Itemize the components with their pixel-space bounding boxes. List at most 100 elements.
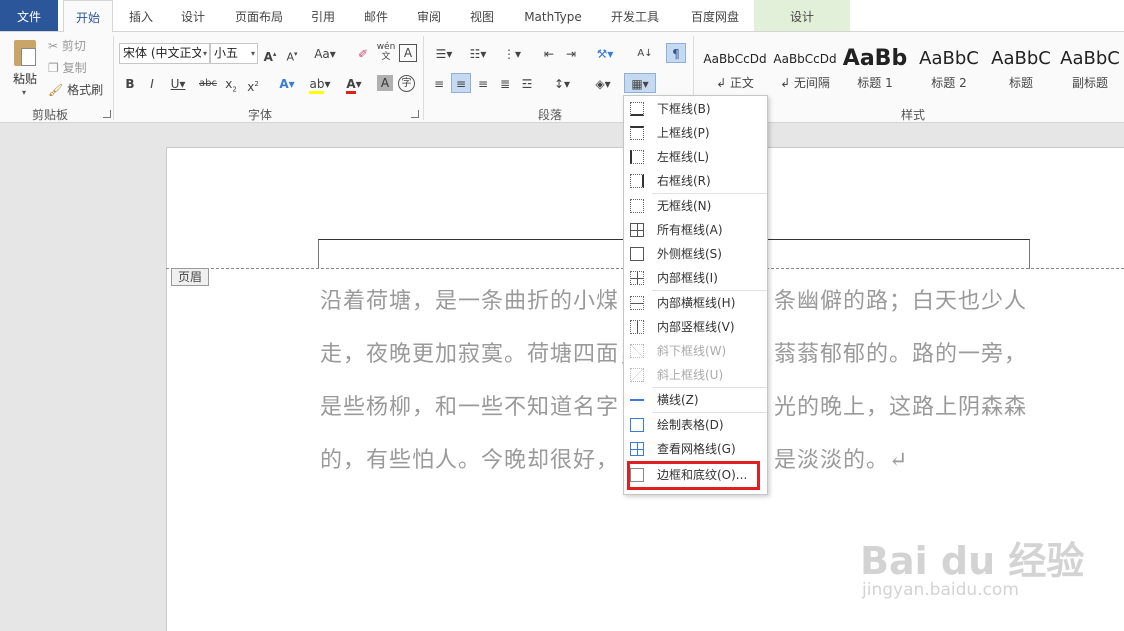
diagonal-down-border-icon xyxy=(630,344,644,358)
menu-outside-borders[interactable]: 外侧框线(S) xyxy=(624,242,767,266)
tab-view[interactable]: 视图 xyxy=(459,0,505,31)
body-text-line[interactable]: 是些杨柳，和一些不知道名字 xyxy=(320,389,619,421)
tab-review[interactable]: 审阅 xyxy=(406,0,452,31)
tab-developer[interactable]: 开发工具 xyxy=(600,0,670,31)
menu-bottom-border[interactable]: 下框线(B) xyxy=(624,97,767,121)
subscript-button[interactable]: x2 xyxy=(222,74,240,94)
tab-file[interactable]: 文件 xyxy=(0,0,58,31)
cut-label: 剪切 xyxy=(61,39,86,53)
tab-references[interactable]: 引用 xyxy=(300,0,346,31)
superscript-button[interactable]: x2 xyxy=(244,74,262,94)
shrink-font-icon[interactable]: A▾ xyxy=(284,44,300,64)
borders-icon[interactable]: ▦▾ xyxy=(624,73,656,93)
font-group-label: 字体 xyxy=(247,108,272,122)
tab-insert[interactable]: 插入 xyxy=(118,0,164,31)
style-sample: AaBbC xyxy=(919,48,979,69)
style-subtitle[interactable]: AaBbC 副标题 xyxy=(1056,40,1124,96)
menu-draw-table[interactable]: 绘制表格(D) xyxy=(624,413,767,437)
style-sample: AaBbC xyxy=(991,48,1051,69)
menu-horizontal-line[interactable]: 横线(Z) xyxy=(624,388,767,412)
bold-button[interactable]: B xyxy=(122,74,138,94)
body-text-line[interactable]: 光的晚上，这路上阴森森 xyxy=(774,389,1027,421)
phonetic-guide-icon[interactable]: wén 文 xyxy=(376,42,396,62)
borders-dropdown-menu: 下框线(B) 上框线(P) 左框线(L) 右框线(R) 无框线(N) 所有框线(… xyxy=(623,95,768,495)
strikethrough-button[interactable]: abc xyxy=(198,74,218,94)
format-painter-button[interactable]: 🖌 格式刷 xyxy=(48,80,110,100)
underline-button[interactable]: U▾ xyxy=(166,74,190,94)
menu-right-border[interactable]: 右框线(R) xyxy=(624,169,767,193)
highlight-color-icon[interactable]: ab▾ xyxy=(307,74,333,94)
tab-mathtype[interactable]: MathType xyxy=(515,0,591,31)
menu-inside-borders[interactable]: 内部框线(I) xyxy=(624,266,767,290)
header-tag[interactable]: 页眉 xyxy=(171,268,209,286)
font-color-icon[interactable]: A▾ xyxy=(341,74,367,94)
style-normal[interactable]: AaBbCcDd ↲ 正文 xyxy=(699,40,771,96)
tab-design[interactable]: 设计 xyxy=(170,0,216,31)
numbering-icon[interactable]: ☷▾ xyxy=(464,44,492,64)
multilevel-list-icon[interactable]: ⋮▾ xyxy=(498,44,526,64)
sort-icon[interactable]: A↓ xyxy=(636,44,654,64)
menu-all-borders[interactable]: 所有框线(A) xyxy=(624,218,767,242)
chinese-layout-icon[interactable]: ⚒▾ xyxy=(592,44,618,64)
align-center-icon[interactable]: ≡ xyxy=(451,73,471,93)
show-marks-icon[interactable]: ¶ xyxy=(666,43,686,63)
copy-button[interactable]: ❐ 复制 xyxy=(48,58,108,78)
font-launcher-icon[interactable] xyxy=(411,110,419,118)
character-border-icon[interactable]: A xyxy=(399,44,417,62)
tab-context-design[interactable]: 设计 xyxy=(754,0,850,31)
style-heading-2[interactable]: AaBbC 标题 2 xyxy=(913,40,985,96)
style-title[interactable]: AaBbC 标题 xyxy=(985,40,1057,96)
pencil-icon xyxy=(630,418,644,432)
baidu-watermark: Bai du 经验 jingyan.baidu.com xyxy=(860,510,1084,610)
clipboard-launcher-icon[interactable] xyxy=(103,110,111,118)
style-name: ↲ 正文 xyxy=(716,76,754,90)
shading-icon[interactable]: ◈▾ xyxy=(590,74,616,94)
body-text-line[interactable]: 是淡淡的。↵ xyxy=(774,442,908,474)
menu-inside-vertical-border[interactable]: 内部竖框线(V) xyxy=(624,315,767,339)
body-text-line[interactable]: 蓊蓊郁郁的。路的一旁， xyxy=(774,336,1027,368)
font-size-select[interactable]: 小五 ▾ xyxy=(210,43,258,64)
menu-diagonal-down-border[interactable]: 斜下框线(W) xyxy=(624,339,767,363)
tab-mailings[interactable]: 邮件 xyxy=(353,0,399,31)
italic-button[interactable]: I xyxy=(144,74,160,94)
paste-button[interactable]: 粘贴 ▾ xyxy=(6,36,44,98)
body-text-line[interactable]: 走，夜晚更加寂寞。荷塘四面， xyxy=(320,336,642,368)
tab-home[interactable]: 开始 xyxy=(63,0,113,32)
style-no-spacing[interactable]: AaBbCcDd ↲ 无间隔 xyxy=(769,40,841,96)
change-case-icon[interactable]: Aa▾ xyxy=(310,44,340,64)
text-effects-icon[interactable]: A▾ xyxy=(274,74,300,94)
style-name: 标题 1 xyxy=(857,76,893,90)
menu-left-border[interactable]: 左框线(L) xyxy=(624,145,767,169)
menu-diagonal-up-border[interactable]: 斜上框线(U) xyxy=(624,363,767,387)
all-borders-icon xyxy=(630,223,644,237)
copy-label: 复制 xyxy=(62,61,87,75)
menu-view-gridlines[interactable]: 查看网格线(G) xyxy=(624,437,767,461)
menu-top-border[interactable]: 上框线(P) xyxy=(624,121,767,145)
align-right-icon[interactable]: ≡ xyxy=(474,74,492,94)
cut-button[interactable]: ✂ 剪切 xyxy=(48,36,108,56)
distributed-icon[interactable]: ☲ xyxy=(518,74,536,94)
body-text-line[interactable]: 的，有些怕人。今晚却很好， xyxy=(320,442,619,474)
tab-baidu-netdisk[interactable]: 百度网盘 xyxy=(680,0,750,31)
line-spacing-icon[interactable]: ↕▾ xyxy=(548,74,576,94)
menu-inside-horizontal-border[interactable]: 内部横框线(H) xyxy=(624,291,767,315)
tab-page-layout[interactable]: 页面布局 xyxy=(225,0,293,31)
character-shading-icon[interactable]: A xyxy=(377,75,393,91)
style-heading-1[interactable]: AaBb 标题 1 xyxy=(842,40,908,96)
font-family-select[interactable]: 宋体 (中文正文) ▾ xyxy=(119,43,210,64)
clear-format-icon[interactable]: ✐ xyxy=(354,44,372,64)
body-text-line[interactable]: 条幽僻的路；白天也少人 xyxy=(774,283,1027,315)
style-name: 标题 xyxy=(1008,76,1033,90)
grow-font-icon[interactable]: A▴ xyxy=(262,44,278,64)
align-left-icon[interactable]: ≡ xyxy=(430,74,448,94)
increase-indent-icon[interactable]: ⇥ xyxy=(562,44,580,64)
enclose-character-icon[interactable]: 字 xyxy=(398,75,415,92)
chevron-down-icon: ▾ xyxy=(250,49,255,58)
menu-no-border[interactable]: 无框线(N) xyxy=(624,194,767,218)
horizontal-line-icon xyxy=(630,393,644,407)
decrease-indent-icon[interactable]: ⇤ xyxy=(540,44,558,64)
body-text-line[interactable]: 沿着荷塘，是一条曲折的小煤 xyxy=(320,283,619,315)
paste-label: 粘贴 xyxy=(12,72,37,86)
justify-icon[interactable]: ≣ xyxy=(496,74,514,94)
bullets-icon[interactable]: ☰▾ xyxy=(430,44,458,64)
